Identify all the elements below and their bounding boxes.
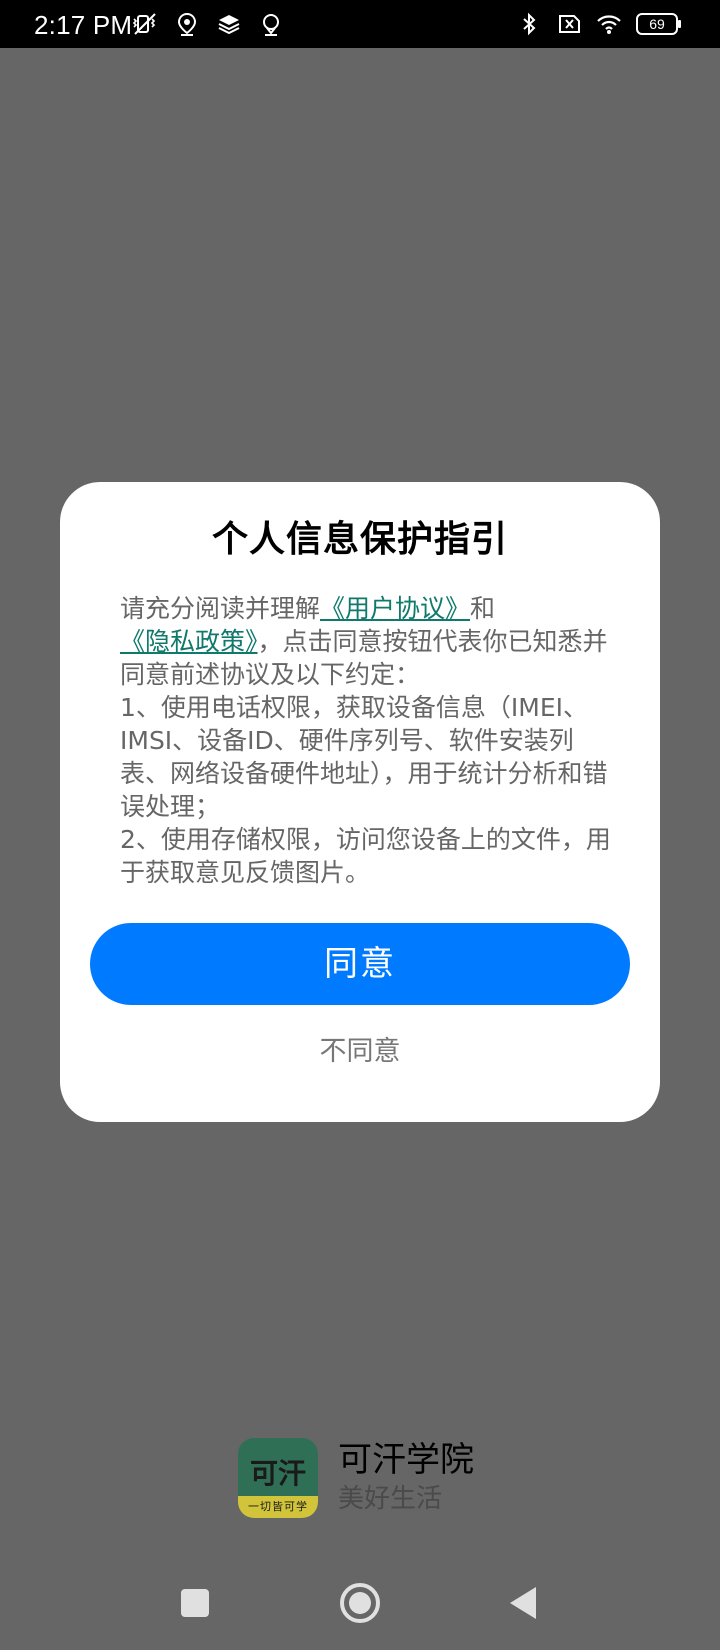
dialog-body: 请充分阅读并理解《用户协议》和 《隐私政策》，点击同意按钮代表你已知悉并同意前述协… [120, 592, 620, 889]
app-tagline: 美好生活 [338, 1484, 443, 1514]
logo-main-text: 可汗 [249, 1457, 306, 1490]
status-right-icons: 69 [516, 10, 682, 38]
disagree-button[interactable]: 不同意 [60, 1032, 660, 1072]
status-time: 2:17 PM [34, 10, 133, 40]
layers-icon [218, 15, 240, 35]
agree-button[interactable]: 同意 [90, 923, 630, 1005]
app-name: 可汗学院 [338, 1440, 474, 1480]
app-brand: 可汗 一切皆可学 可汗学院 美好生活 [238, 1436, 474, 1520]
nav-bar [0, 1560, 720, 1650]
app-text: 可汗学院 美好生活 [338, 1439, 474, 1517]
privacy-policy-link[interactable]: 《隐私政策》 [120, 627, 258, 656]
back-icon[interactable] [500, 1578, 550, 1628]
user-agreement-link[interactable]: 《用户协议》 [320, 594, 470, 623]
dialog-title: 个人信息保护指引 [211, 519, 508, 560]
location-pin-icon [177, 12, 197, 36]
logo-sub-text: 一切皆可学 [248, 1500, 308, 1513]
privacy-dialog: 个人信息保护指引 请充分阅读并理解《用户协议》和 《隐私政策》，点击同意按钮代表你… [60, 482, 660, 1122]
intro-prefix: 请充分阅读并理解 [120, 594, 321, 623]
mute-vibrate-icon [132, 13, 156, 35]
home-icon[interactable] [335, 1578, 385, 1628]
recent-apps-icon[interactable] [170, 1578, 220, 1628]
bluetooth-icon [523, 12, 536, 36]
battery-icon: 69 [636, 12, 682, 36]
dialog-item-2: 2、使用存储权限，访问您设备上的文件，用于获取意见反馈图片。 [120, 825, 611, 887]
battery-level: 69 [649, 16, 665, 32]
app-logo: 可汗 一切皆可学 [238, 1438, 318, 1518]
sim-off-icon [559, 15, 580, 33]
dialog-item-1: 1、使用电话权限，获取设备信息（IMEI、IMSI、设备ID、硬件序列号、软件安… [120, 693, 608, 821]
dialog-intro: 请充分阅读并理解《用户协议》和 《隐私政策》，点击同意按钮代表你已知悉并同意前述协… [120, 592, 620, 691]
wifi-icon [597, 15, 621, 34]
and-text: 和 [470, 594, 496, 623]
status-bar: 2:17 PM 69 [0, 0, 720, 48]
map-pin-icon [263, 14, 279, 36]
status-left-icons [132, 10, 284, 38]
